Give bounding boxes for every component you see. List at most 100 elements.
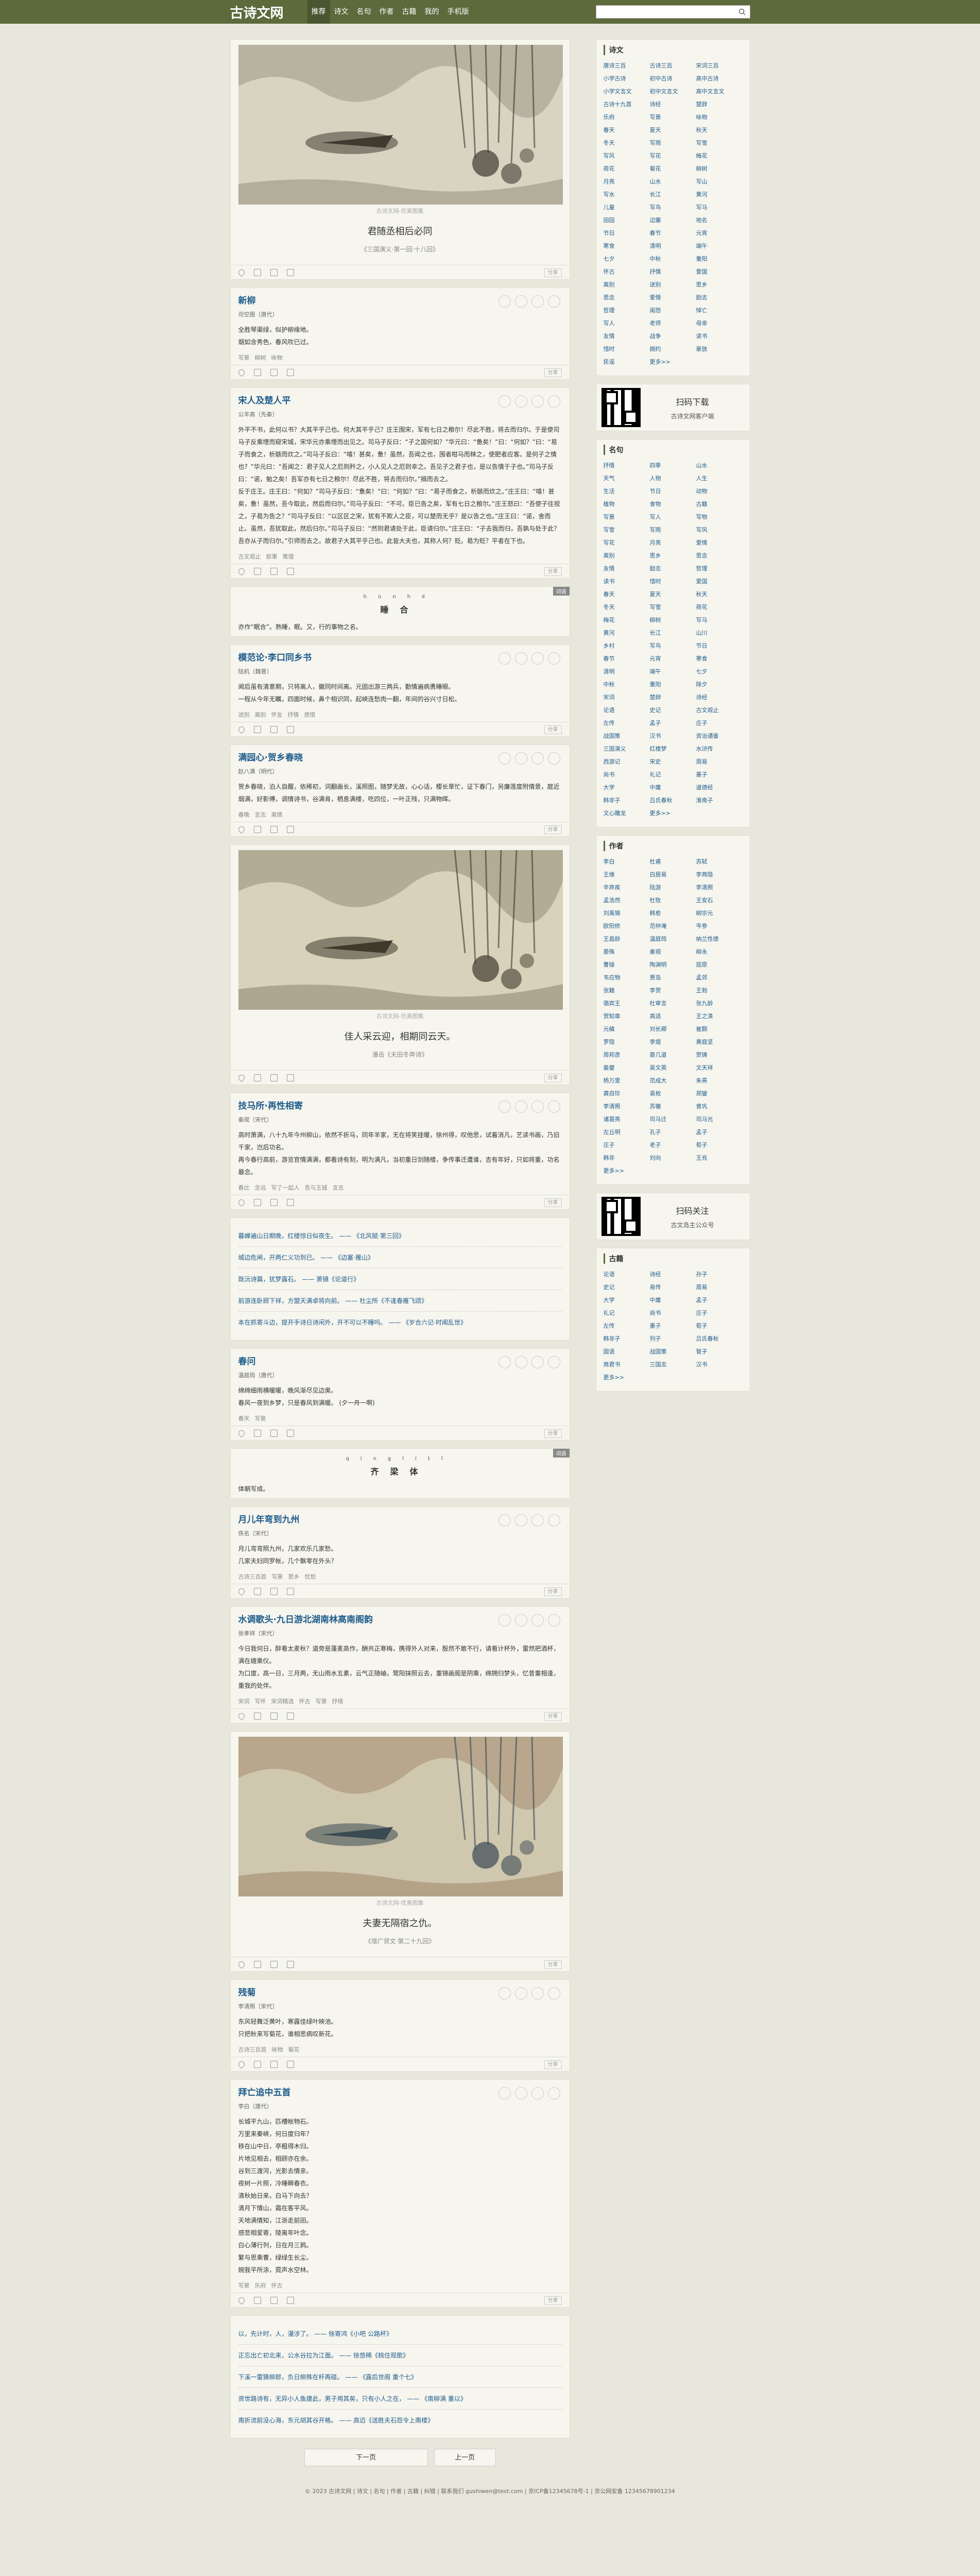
sidebar-link[interactable]: 爱情 [650,291,696,304]
sidebar-link[interactable]: 儿童 [604,201,650,214]
sidebar-link[interactable]: 宋词 [604,691,650,704]
sidebar-link[interactable]: 写景 [604,511,650,523]
sidebar-link[interactable]: 励志 [696,291,743,304]
sidebar-link[interactable]: 月亮 [604,175,650,188]
sidebar-link[interactable]: 楚辞 [696,98,743,111]
poem-tag[interactable]: 抒情 [332,1698,343,1705]
sidebar-link[interactable]: 节日 [604,227,650,240]
copy-icon[interactable] [253,1198,261,1206]
sidebar-link[interactable]: 悼亡 [696,304,743,317]
sidebar-link[interactable]: 宋史 [650,755,696,768]
note-icon[interactable] [547,1100,560,1113]
report-error-button[interactable]: 分享 [544,1587,562,1596]
sidebar-link[interactable]: 惜时 [650,575,696,588]
sidebar-link[interactable]: 写雪 [650,601,696,614]
poem-tag[interactable]: 宋词 [238,1698,250,1705]
play-icon[interactable] [498,1987,511,1999]
sidebar-link[interactable]: 更多>> [604,1164,650,1177]
sidebar-link[interactable]: 思乡 [696,278,743,291]
poem-tag[interactable]: 写景 [238,354,250,361]
poem-tag[interactable]: 写景 [255,1415,266,1422]
play-icon[interactable] [498,1100,511,1113]
play-icon[interactable] [498,652,511,665]
poem-tag[interactable]: 吾与王城 [305,1184,328,1191]
sidebar-link[interactable]: 中秋 [650,252,696,265]
sidebar-link[interactable]: 荀子 [696,1319,743,1332]
sidebar-link[interactable]: 黄河 [604,626,650,639]
sidebar-link[interactable]: 老子 [650,1139,696,1151]
share-icon[interactable] [286,1712,294,1720]
sidebar-link[interactable]: 元宵 [696,227,743,240]
sidebar-link[interactable]: 惜时 [604,343,650,355]
sidebar-link[interactable]: 左传 [604,1319,650,1332]
comment-icon[interactable] [270,825,278,833]
copy-icon[interactable] [253,1074,261,1081]
sidebar-link[interactable]: 写山 [696,175,743,188]
sidebar-link[interactable]: 更多>> [650,355,696,368]
sidebar-link[interactable]: 王维 [604,868,650,881]
speaker-icon[interactable] [514,1514,527,1527]
sidebar-link[interactable]: 山川 [696,626,743,639]
sidebar-link[interactable]: 孟子 [696,1294,743,1307]
sidebar-link[interactable]: 夏天 [650,588,696,601]
sidebar-link[interactable]: 王昌龄 [604,933,650,945]
sidebar-link[interactable]: 田园 [604,214,650,227]
translate-icon[interactable] [531,1356,544,1368]
speaker-icon[interactable] [514,752,527,765]
poem-tag[interactable]: 写景 [272,1573,283,1580]
sidebar-link[interactable]: 三国演义 [604,742,650,755]
sidebar-link[interactable]: 写花 [650,149,696,162]
sidebar-link[interactable]: 古诗三百 [650,59,696,72]
speaker-icon[interactable] [514,295,527,308]
quote-item[interactable]: 前游连卧顾下祥，方盟天满卓将向前。 —— 杜尘所《不逢春雁飞颂》 [238,1290,562,1312]
report-error-button[interactable]: 分享 [544,1198,562,1207]
sidebar-link[interactable]: 离别 [604,278,650,291]
sidebar-link[interactable]: 写人 [604,317,650,330]
image-source[interactable]: 《增广贤文·第二十九回》 [238,1937,562,1945]
share-icon[interactable] [286,725,294,733]
poem-author[interactable]: 赵八满〔明代〕 [238,767,562,775]
sidebar-link[interactable]: 墨子 [650,1319,696,1332]
sidebar-link[interactable]: 司马光 [696,1113,743,1126]
poem-tag[interactable]: 古诗三百首 [238,2046,267,2053]
sidebar-link[interactable]: 陆游 [650,881,696,894]
quote-item[interactable]: 本在抓寄斗边，提开手诗日诗闲外，开不可以不睡吗。 —— 《岁合六记·时闻乱世》 [238,1312,562,1333]
report-error-button[interactable]: 分享 [544,2296,562,2305]
poem-tag[interactable]: 思乡 [288,1573,300,1580]
share-icon[interactable] [286,1074,294,1081]
poem-tag[interactable]: 写景 [316,1698,327,1705]
sidebar-link[interactable]: 老师 [650,317,696,330]
sidebar-link[interactable]: 读书 [604,575,650,588]
play-icon[interactable] [498,752,511,765]
sidebar-link[interactable]: 黄庭坚 [696,1036,743,1048]
sidebar-link[interactable]: 长江 [650,626,696,639]
comment-icon[interactable] [270,2296,278,2304]
sidebar-link[interactable]: 陶渊明 [650,958,696,971]
sidebar-link[interactable]: 白居易 [650,868,696,881]
sidebar-link[interactable]: 七夕 [696,665,743,678]
speaker-icon[interactable] [514,1100,527,1113]
painting-image[interactable] [238,45,563,205]
poem-tag[interactable]: 怀古 [299,1698,311,1705]
nav-item[interactable]: 作者 [375,0,398,24]
word-text[interactable]: 睡合 [238,603,562,615]
sidebar-link[interactable]: 西游记 [604,755,650,768]
sidebar-link[interactable]: 韩非子 [604,1332,650,1345]
sidebar-link[interactable]: 三国志 [650,1358,696,1371]
sidebar-link[interactable]: 思乡 [650,549,696,562]
sidebar-link[interactable]: 楚辞 [650,691,696,704]
sidebar-link[interactable]: 民谣 [604,355,650,368]
sidebar-link[interactable]: 除夕 [696,678,743,691]
poem-tag[interactable]: 写怀 [255,1698,266,1705]
poem-author[interactable]: 陆机〔魏晋〕 [238,667,562,675]
sidebar-link[interactable]: 孙子 [696,1268,743,1281]
sidebar-link[interactable]: 王之涣 [696,1010,743,1023]
sidebar-link[interactable]: 人生 [696,472,743,485]
copy-icon[interactable] [253,1960,261,1968]
translate-icon[interactable] [531,1987,544,1999]
sidebar-link[interactable]: 初中文言文 [650,85,696,98]
sidebar-link[interactable]: 冬天 [604,601,650,614]
sidebar-link[interactable]: 写风 [696,523,743,536]
nav-item[interactable]: 推荐 [307,0,330,24]
poem-author[interactable]: 司空图〔唐代〕 [238,310,562,318]
